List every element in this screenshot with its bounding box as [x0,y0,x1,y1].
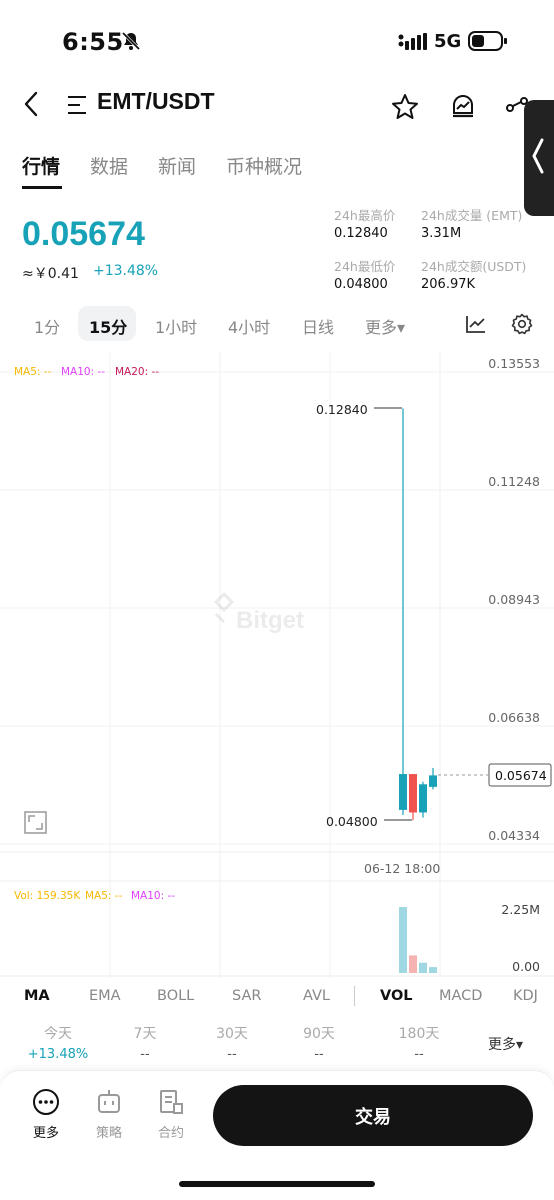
indicator-vol[interactable]: VOL [380,988,413,1004]
indicator-kdj[interactable]: KDJ [513,988,538,1004]
candle-body-0 [399,774,407,810]
indicator-divider [354,986,355,1006]
period-7d-label: 7天 [133,1026,157,1042]
ma20-label: MA20: -- [115,366,159,378]
y-tick-label-2: 0.08943 [488,592,540,607]
period-today-label: 今天 [44,1026,72,1042]
tab-news[interactable]: 新闻 [158,152,196,179]
indicator-avl[interactable]: AVL [303,988,330,1004]
indicator-boll[interactable]: BOLL [157,988,194,1004]
battery-icon [468,31,507,51]
stat-low-label: 24h最低价 [334,259,396,274]
volume-ma5-label: MA5: -- [85,890,123,902]
interval-1h[interactable]: 1小时 [155,314,197,338]
price-change: +13.48% [93,263,159,279]
candle-body-3 [429,775,437,787]
volume-bar-0 [399,907,407,973]
y-tick-label-1: 0.11248 [488,474,540,489]
indicator-macd[interactable]: MACD [439,988,482,1004]
y-tick-label-3: 0.06638 [488,710,540,725]
ma5-label: MA5: -- [14,366,52,378]
volume-bars [399,907,437,973]
volume-axis-ticks: 2.25M 0.00 [501,902,540,974]
side-drawer-handle[interactable] [524,100,554,216]
chart-grid [0,352,554,978]
star-icon[interactable] [391,93,419,121]
period-90d-label: 90天 [303,1026,335,1042]
time-axis-label: 06-12 18:00 [364,861,440,876]
settings-gear-icon[interactable] [511,313,533,335]
indicator-sar[interactable]: SAR [232,988,261,1004]
period-180d-label: 180天 [398,1026,440,1042]
menu-icon[interactable] [66,94,88,116]
volume-tick-label-1: 0.00 [512,959,540,974]
strategy-robot-icon[interactable] [95,1088,123,1116]
more-dots-icon[interactable] [32,1088,60,1116]
interval-1m[interactable]: 1分 [34,314,60,338]
interval-more[interactable]: 更多▾ [365,314,405,338]
stat-high-value: 0.12840 [334,226,388,241]
tab-coin-overview[interactable]: 币种概况 [226,152,302,179]
y-tick-label-4: 0.04334 [488,828,540,843]
stat-turnover-value: 206.97K [421,277,476,292]
y-tick-label-0: 0.13553 [488,356,540,371]
period-90d-value: -- [314,1047,324,1062]
nav-contract-label[interactable]: 合约 [151,1122,191,1141]
watermark-logo: Bitget [213,591,304,634]
last-price: 0.05674 [22,215,145,253]
trade-button[interactable]: 交易 [213,1085,533,1146]
period-30d-value: -- [227,1047,237,1062]
bell-muted-icon [121,31,141,51]
volume-bar-2 [419,962,427,973]
current-price-tag-text: 0.05674 [495,768,547,783]
price-cny: ≈￥0.41 [22,266,79,282]
signal-icon [398,33,427,50]
low-marker-label: 0.04800 [326,814,378,829]
status-time: 6:55 [62,28,124,56]
chevron-left-icon [532,138,544,174]
contract-document-icon[interactable] [157,1088,185,1116]
candle-body-2 [419,784,427,813]
high-marker-label: 0.12840 [316,402,368,417]
period-30d-label: 30天 [216,1026,248,1042]
volume-bar-1 [409,955,417,973]
interval-4h[interactable]: 4小时 [228,314,270,338]
tab-market[interactable]: 行情 [22,152,60,179]
candles [399,408,437,821]
home-indicator [179,1181,375,1187]
candle-body-1 [409,774,417,813]
fullscreen-icon[interactable] [24,811,47,834]
network-label: 5G [434,31,462,52]
indicator-ma[interactable]: MA [24,988,50,1004]
period-today-value: +13.48% [27,1047,89,1062]
chart-style-icon[interactable] [465,314,487,334]
more-periods-button[interactable]: 更多▾ [488,1034,523,1054]
stat-high-label: 24h最高价 [334,208,396,223]
stat-volume-value: 3.31M [421,226,462,241]
pair-title[interactable]: EMT/USDT [97,88,215,115]
period-180d-value: -- [414,1047,424,1062]
stat-volume-label: 24h成交量 (EMT) [421,208,523,223]
nav-strategy-label[interactable]: 策略 [89,1122,129,1141]
interval-1d[interactable]: 日线 [302,314,334,338]
ma10-label: MA10: -- [61,366,105,378]
indicator-ema[interactable]: EMA [89,988,121,1004]
stat-low-value: 0.04800 [334,277,388,292]
watermark-text: Bitget [236,607,304,634]
tab-data[interactable]: 数据 [90,152,128,179]
volume-ma10-label: MA10: -- [131,890,175,902]
candlestick-chart[interactable]: MA5: -- MA10: -- MA20: -- Bitget 0.13553… [0,352,554,978]
volume-tick-label-0: 2.25M [501,902,540,917]
active-tab-indicator [22,186,62,189]
volume-bar-3 [429,967,437,973]
period-7d-value: -- [140,1047,150,1062]
interval-15m[interactable]: 15分 [89,314,127,338]
volume-label: Vol: 159.35K [14,890,81,902]
back-icon[interactable] [20,90,42,118]
price-alert-icon[interactable] [449,93,477,121]
stat-turnover-label: 24h成交额(USDT) [421,259,527,274]
nav-more-label[interactable]: 更多 [26,1122,66,1141]
